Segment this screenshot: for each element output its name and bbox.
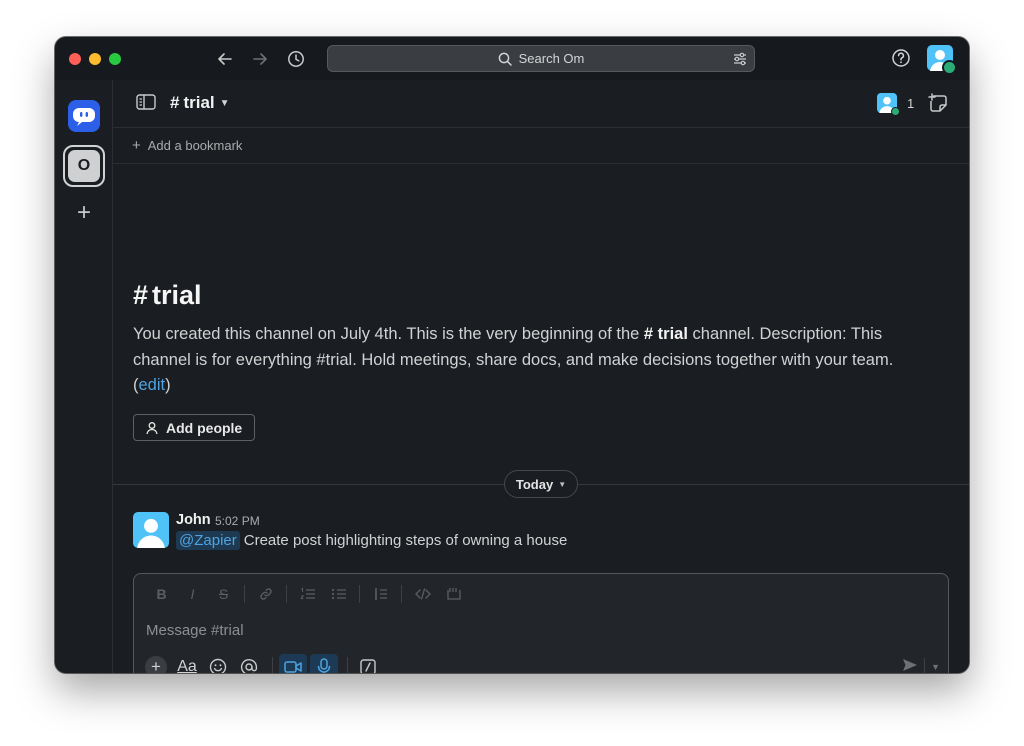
add-bookmark-button[interactable]: + Add a bookmark [113, 128, 969, 164]
ordered-list-icon[interactable] [292, 587, 323, 601]
plus-icon: + [132, 137, 141, 154]
chevron-down-icon[interactable]: ▼ [931, 662, 940, 672]
workspace-om[interactable]: O [63, 145, 105, 187]
person-add-icon [146, 421, 160, 435]
intro-text-before: You created this channel on July 4th. Th… [133, 325, 644, 343]
shortcut-icon[interactable] [354, 654, 382, 673]
chevron-down-icon: ▼ [558, 479, 567, 489]
date-jump-button[interactable]: Today ▼ [504, 470, 578, 498]
emoji-icon[interactable] [204, 654, 232, 673]
attach-button[interactable]: + [142, 654, 170, 673]
formatting-toolbar: B I S [146, 585, 469, 603]
message-body: @Zapier Create post highlighting steps o… [176, 531, 567, 550]
member-avatar [877, 93, 900, 116]
zoom-window-button[interactable] [109, 53, 121, 65]
intro-hash: # [133, 280, 149, 310]
help-icon[interactable] [891, 48, 911, 68]
search-filter-icon[interactable] [732, 51, 748, 67]
workspace-rail: O + [55, 80, 113, 673]
close-window-button[interactable] [69, 53, 81, 65]
history-icon[interactable] [284, 47, 308, 71]
sidebar-toggle-icon[interactable] [136, 94, 156, 110]
workspace-app-icon[interactable] [68, 100, 100, 132]
font-icon: Aa [177, 658, 197, 673]
forward-icon[interactable] [248, 47, 272, 71]
online-status-icon [891, 107, 900, 116]
channel-header: # trial ▼ 1 [113, 80, 969, 128]
italic-icon[interactable]: I [177, 586, 208, 602]
strikethrough-icon[interactable]: S [208, 586, 239, 602]
mention-icon[interactable] [235, 654, 263, 673]
channel-hash-icon: # [170, 93, 180, 112]
add-workspace-icon[interactable]: + [74, 201, 94, 225]
online-status-icon [942, 60, 957, 75]
message-input[interactable] [146, 620, 926, 640]
back-icon[interactable] [213, 47, 237, 71]
message-author[interactable]: John [176, 512, 211, 528]
bulleted-list-icon[interactable] [323, 587, 354, 601]
add-people-button[interactable]: Add people [133, 414, 256, 441]
channel-name: trial [183, 93, 215, 112]
message-composer: B I S Message #trial + Aa ▼ [133, 573, 949, 673]
user-avatar[interactable] [927, 45, 957, 75]
workspace-initial: O [68, 150, 100, 182]
message-avatar[interactable] [133, 512, 169, 548]
channel-intro-description: You created this channel on July 4th. Th… [133, 322, 933, 399]
channel-view: # trial ▼ 1 + Add a bookmark # trial You… [113, 80, 969, 673]
user-mention[interactable]: @Zapier [176, 531, 240, 550]
bold-icon[interactable]: B [146, 586, 177, 602]
date-divider-label: Today [515, 476, 554, 492]
title-bar: Search Om [55, 37, 969, 80]
add-bookmark-label: Add a bookmark [147, 138, 243, 153]
search-icon [498, 52, 512, 66]
chevron-down-icon: ▼ [219, 97, 230, 109]
channel-intro-title: # trial [133, 280, 202, 311]
add-people-label: Add people [166, 419, 243, 436]
minimize-window-button[interactable] [89, 53, 101, 65]
intro-channel-name: trial [152, 280, 202, 310]
intro-channel-ref[interactable]: # trial [644, 325, 688, 343]
search-bar[interactable]: Search Om [327, 45, 755, 72]
members-button[interactable]: 1 [877, 93, 915, 116]
channel-name-button[interactable]: # trial ▼ [170, 93, 230, 113]
member-count: 1 [907, 95, 915, 111]
plus-icon: + [145, 656, 167, 673]
app-window: Search Om O + # trial ▼ 1 + Add a bookma… [55, 37, 969, 673]
formatting-toggle-button[interactable]: Aa [173, 654, 201, 673]
composer-toolbar: + Aa [142, 654, 385, 673]
edit-description-link[interactable]: edit [139, 376, 166, 394]
message-timestamp[interactable]: 5:02 PM [215, 514, 260, 528]
video-clip-icon[interactable] [279, 654, 307, 673]
send-icon[interactable] [902, 657, 918, 674]
microphone-icon[interactable] [310, 654, 338, 673]
canvas-icon[interactable] [928, 93, 948, 113]
message-text: Create post highlighting steps of owning… [243, 532, 568, 549]
code-icon[interactable] [407, 587, 438, 601]
link-icon[interactable] [250, 587, 281, 601]
edit-close-paren: ) [165, 376, 171, 394]
blockquote-icon[interactable] [365, 587, 396, 601]
search-placeholder: Search Om [518, 51, 585, 66]
code-block-icon[interactable] [438, 587, 469, 601]
send-controls: ▼ [902, 656, 940, 673]
